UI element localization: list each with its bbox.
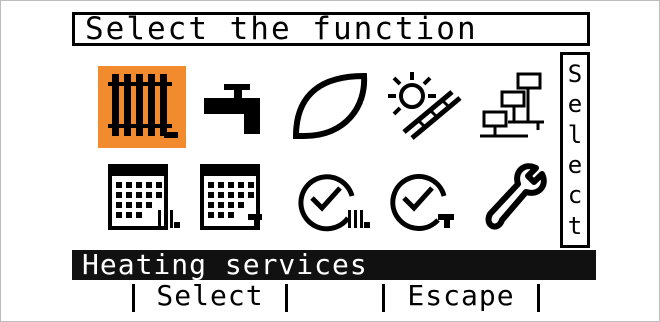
wrench-icon[interactable] bbox=[468, 156, 556, 238]
screen-title: Select the function bbox=[72, 12, 590, 46]
side-select-char: t bbox=[567, 211, 583, 240]
softkey-1[interactable] bbox=[72, 282, 132, 310]
radiator-icon[interactable] bbox=[98, 66, 186, 148]
water-calendar-icon[interactable] bbox=[190, 156, 278, 238]
softkey-3[interactable] bbox=[288, 282, 382, 310]
side-select-char: l bbox=[567, 120, 583, 149]
heating-calendar-icon[interactable] bbox=[98, 156, 186, 238]
leaf-icon[interactable] bbox=[286, 66, 374, 148]
softkey-escape[interactable]: Escape bbox=[385, 282, 537, 310]
side-select-char: e bbox=[567, 90, 583, 119]
side-select-tab[interactable]: S e l e c t bbox=[560, 52, 590, 248]
softkey-5[interactable] bbox=[540, 282, 596, 310]
side-select-char: c bbox=[567, 181, 583, 210]
solar-panel-icon[interactable] bbox=[378, 66, 466, 148]
softkey-bar: Select Escape bbox=[72, 280, 596, 312]
lcd-display: Select the function S e l e c t Heating … bbox=[72, 8, 596, 314]
heating-clock-icon[interactable] bbox=[286, 156, 374, 238]
softkey-select[interactable]: Select bbox=[135, 282, 285, 310]
tap-icon[interactable] bbox=[190, 66, 278, 148]
status-bar: Heating services bbox=[72, 250, 596, 280]
water-clock-icon[interactable] bbox=[378, 156, 466, 238]
side-select-char: e bbox=[567, 151, 583, 180]
side-select-char: S bbox=[567, 60, 583, 89]
network-icon[interactable] bbox=[468, 66, 556, 148]
